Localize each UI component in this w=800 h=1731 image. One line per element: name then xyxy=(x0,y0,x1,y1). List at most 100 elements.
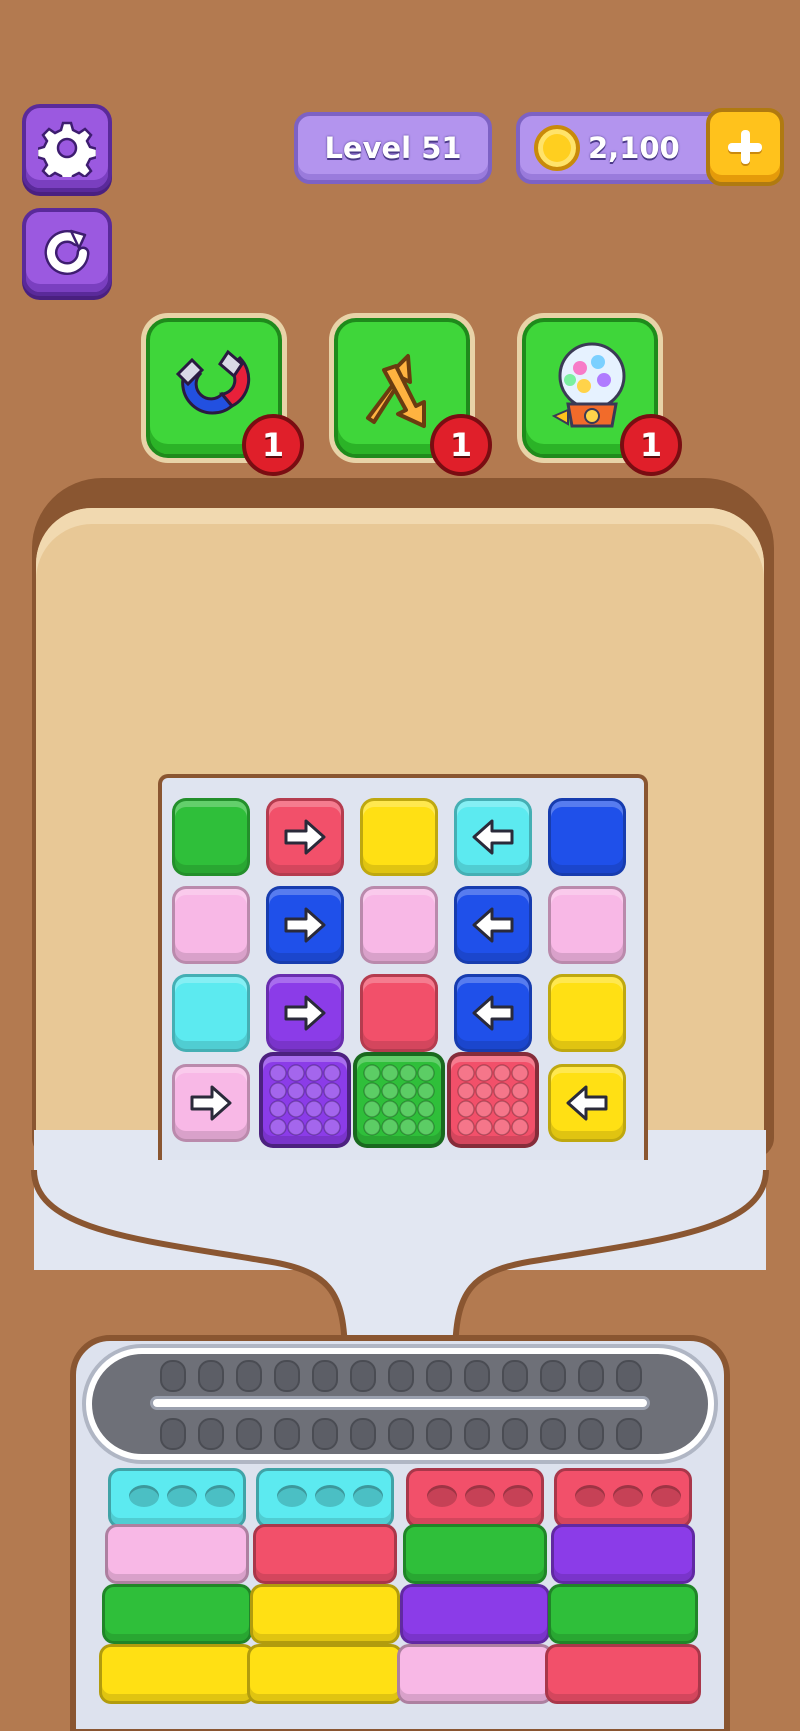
stack-block-green xyxy=(403,1524,547,1584)
stack-block-yellow xyxy=(247,1644,403,1704)
stack-socket xyxy=(651,1485,681,1507)
conveyor-slot xyxy=(274,1360,300,1392)
conveyor-slot xyxy=(502,1418,528,1450)
shuffle-icon xyxy=(366,354,426,428)
tile-pink[interactable] xyxy=(172,886,250,964)
coin-icon xyxy=(534,125,580,171)
stack-socket xyxy=(167,1485,197,1507)
stack-block-yellow xyxy=(250,1584,400,1644)
arrow-right-icon xyxy=(284,907,326,943)
tile-purple-studded[interactable] xyxy=(259,1052,351,1148)
studs-icon xyxy=(363,1064,435,1136)
tile-red[interactable] xyxy=(360,974,438,1052)
conveyor-slot xyxy=(464,1360,490,1392)
stack-socket xyxy=(575,1485,605,1507)
conveyor-slot xyxy=(198,1418,224,1450)
stack-socket xyxy=(277,1485,307,1507)
gear-icon xyxy=(38,121,96,177)
conveyor-slot xyxy=(502,1360,528,1392)
stack-block-purple xyxy=(551,1524,695,1584)
stack-block-red[interactable] xyxy=(554,1468,692,1528)
arrow-left-icon xyxy=(472,907,514,943)
tile-yellow[interactable] xyxy=(548,974,626,1052)
tile-cyan[interactable] xyxy=(172,974,250,1052)
tile-cyan-arrow-left[interactable] xyxy=(454,798,532,876)
conveyor-slot xyxy=(312,1418,338,1450)
coin-amount: 2,100 xyxy=(588,131,680,165)
stack-socket xyxy=(129,1485,159,1507)
tile-red-studded[interactable] xyxy=(447,1052,539,1148)
conveyor-slot xyxy=(616,1360,642,1392)
stack-block-red[interactable] xyxy=(406,1468,544,1528)
stack-socket xyxy=(427,1485,457,1507)
arrow-right-icon xyxy=(284,995,326,1031)
conveyor-slot xyxy=(236,1360,262,1392)
conveyor-slot xyxy=(312,1360,338,1392)
studs-icon xyxy=(269,1064,341,1136)
conveyor-slot xyxy=(350,1418,376,1450)
conveyor-slot xyxy=(540,1360,566,1392)
booster-magnet-count: 1 xyxy=(242,414,304,476)
tile-blue-arrow-left[interactable] xyxy=(454,974,532,1052)
conveyor-slot xyxy=(274,1418,300,1450)
stack-socket xyxy=(205,1485,235,1507)
arrow-left-icon xyxy=(472,819,514,855)
arrow-left-icon xyxy=(566,1085,608,1121)
booster-gumball-count: 1 xyxy=(620,414,682,476)
stack-block-cyan[interactable] xyxy=(108,1468,246,1528)
tile-pink[interactable] xyxy=(548,886,626,964)
conveyor-slot xyxy=(578,1360,604,1392)
stack-block-pink xyxy=(397,1644,553,1704)
studs-icon xyxy=(457,1064,529,1136)
stack-socket xyxy=(503,1485,533,1507)
level-indicator: Level 51 xyxy=(294,112,492,184)
stack-socket xyxy=(353,1485,383,1507)
conveyor-slot xyxy=(540,1418,566,1450)
conveyor-slot xyxy=(160,1360,186,1392)
funnel xyxy=(31,1130,769,1360)
booster-shuffle-count: 1 xyxy=(430,414,492,476)
conveyor-center-rail xyxy=(150,1396,650,1410)
stack-block-green xyxy=(102,1584,252,1644)
stack-block-cyan[interactable] xyxy=(256,1468,394,1528)
stack-block-yellow xyxy=(99,1644,255,1704)
coin-counter: 2,100 xyxy=(516,112,730,184)
conveyor-slot xyxy=(616,1418,642,1450)
add-coins-button[interactable] xyxy=(706,108,784,186)
stack-block-purple xyxy=(400,1584,550,1644)
conveyor-slot xyxy=(388,1418,414,1450)
stack-block-green xyxy=(548,1584,698,1644)
conveyor-slot xyxy=(160,1418,186,1450)
arrow-left-icon xyxy=(472,995,514,1031)
tile-red-arrow-right[interactable] xyxy=(266,798,344,876)
gumball-machine-icon xyxy=(551,342,626,428)
tile-green[interactable] xyxy=(172,798,250,876)
tile-pink[interactable] xyxy=(360,886,438,964)
conveyor-slot xyxy=(578,1418,604,1450)
level-label: Level 51 xyxy=(324,131,462,165)
conveyor-slot xyxy=(426,1360,452,1392)
arrow-right-icon xyxy=(190,1085,232,1121)
tile-pink-arrow-right[interactable] xyxy=(172,1064,250,1142)
tile-yellow[interactable] xyxy=(360,798,438,876)
stack-socket xyxy=(613,1485,643,1507)
tile-green-studded[interactable] xyxy=(353,1052,445,1148)
conveyor-slot xyxy=(198,1360,224,1392)
stack-block-red xyxy=(253,1524,397,1584)
stack-socket xyxy=(465,1485,495,1507)
tile-blue-arrow-left[interactable] xyxy=(454,886,532,964)
tile-yellow-arrow-left[interactable] xyxy=(548,1064,626,1142)
tile-purple-arrow-right[interactable] xyxy=(266,974,344,1052)
magnet-icon xyxy=(175,349,251,415)
conveyor-slot xyxy=(464,1418,490,1450)
stack-block-red xyxy=(545,1644,701,1704)
settings-button[interactable] xyxy=(22,104,112,192)
conveyor-slot xyxy=(388,1360,414,1392)
conveyor-slot xyxy=(350,1360,376,1392)
arrow-right-icon xyxy=(284,819,326,855)
restart-button[interactable] xyxy=(22,208,112,296)
stack-socket xyxy=(315,1485,345,1507)
conveyor-slot xyxy=(236,1418,262,1450)
tile-blue-arrow-right[interactable] xyxy=(266,886,344,964)
tile-blue[interactable] xyxy=(548,798,626,876)
